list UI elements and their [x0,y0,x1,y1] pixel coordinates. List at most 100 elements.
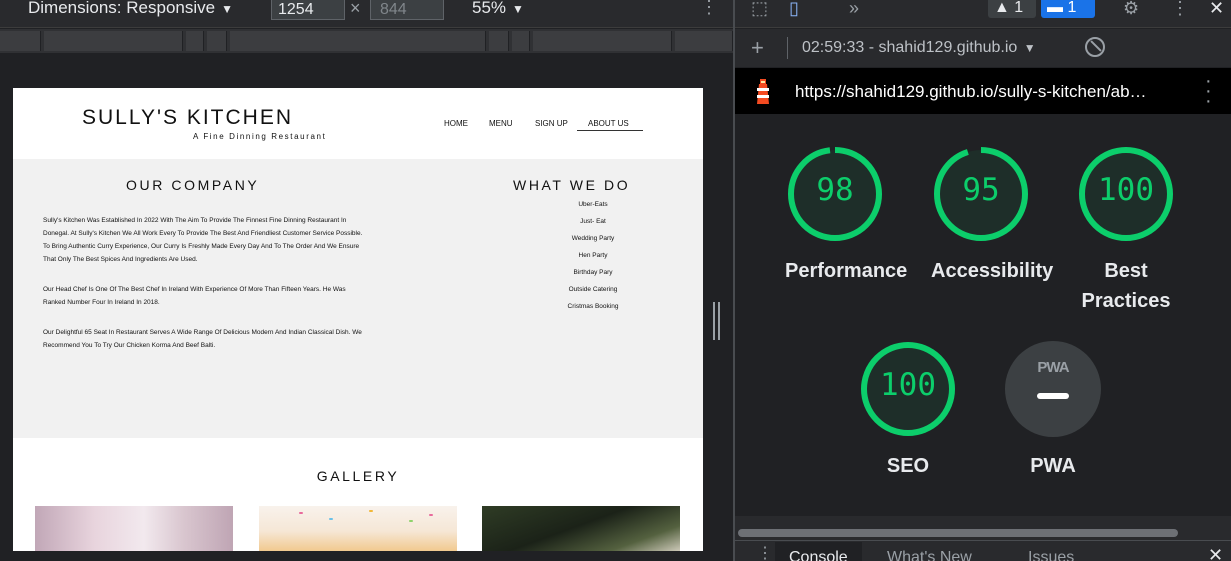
score-label: SEO [886,455,930,477]
ruler-segment[interactable] [512,31,530,51]
more-tabs-icon[interactable]: » [849,0,859,19]
sprinkle [299,512,303,514]
company-paragraph: Our Head Chef Is One Of The Best Chef In… [43,286,346,306]
device-toggle-icon[interactable]: ▯ [789,0,799,19]
drawer-menu-icon[interactable]: ⋮ [757,543,773,561]
lighthouse-report: 98 Performance 95 Accessibility 100 Best… [735,114,1231,516]
gallery-image[interactable] [35,506,233,551]
more-options-icon[interactable]: ⋮ [700,0,718,16]
dimensions-label: Dimensions: Responsive [28,0,216,17]
ruler-segment[interactable] [675,31,733,51]
about-section: OUR COMPANY Sully's Kitchen Was Establis… [13,159,703,438]
more-options-icon[interactable]: ⋮ [1171,0,1189,19]
pwa-badge-text: PWA [1037,359,1069,376]
score-gauge-performance[interactable]: 98 Performance [785,146,908,286]
score-label: Performance [785,260,908,282]
new-report-icon[interactable]: + [751,35,764,61]
score-value: 100 [880,367,936,403]
company-heading: OUR COMPANY [126,177,260,193]
gallery-heading: GALLERY [316,468,400,484]
emulated-page: SULLY'S KITCHEN A Fine Dinning Restauran… [13,88,703,551]
score-gauge-pwa[interactable]: PWA PWA [1003,341,1103,481]
service-item: Cristmas Booking [567,303,619,310]
messages-badge[interactable]: ▬ 1 [1041,0,1095,18]
messages-count: 1 [1067,0,1077,16]
service-item: Just- Eat [580,218,606,225]
times-icon: × [350,0,361,18]
height-input[interactable]: 844 [370,0,444,20]
service-item: Outside Catering [568,286,618,293]
ruler-segment[interactable] [489,31,509,51]
score-ring: 98 [787,146,883,242]
scrollbar-thumb[interactable] [738,529,1178,537]
score-value: 95 [962,172,1000,208]
nav-sign-up[interactable]: SIGN UP [535,119,568,128]
ruler-segment[interactable] [533,31,672,51]
message-icon: ▬ [1047,0,1063,16]
nav-home[interactable]: HOME [444,119,468,128]
warnings-badge[interactable]: ▲ 1 [988,0,1036,18]
score-ring: 95 [933,146,1029,242]
company-paragraph: Sully's Kitchen Was Established In 2022 … [43,217,363,263]
warning-icon: ▲ [994,0,1010,16]
ruler-segment[interactable] [207,31,227,51]
media-query-ruler [0,29,733,53]
settings-icon[interactable]: ⚙ [1123,0,1139,19]
service-item: Uber-Eats [578,201,608,208]
pwa-badge-icon: PWA [1005,341,1101,437]
lighthouse-logo-icon [757,79,769,104]
nav-about-us[interactable]: ABOUT US [577,119,643,131]
width-input[interactable]: 1254 [271,0,345,20]
ruler-segment[interactable] [0,31,41,51]
pwa-dash [1037,393,1069,399]
ruler-segment[interactable] [44,31,183,51]
zoom-dropdown[interactable]: 55% ▼ [472,0,524,17]
tab-console[interactable]: Console [775,542,862,561]
resize-handle[interactable] [713,302,721,340]
toolbar-separator [787,37,788,59]
score-value: 98 [816,172,854,208]
nav-menu[interactable]: MENU [489,119,513,128]
service-item: Wedding Party [571,235,615,242]
close-icon[interactable]: ✕ [1209,0,1224,19]
score-gauge-seo[interactable]: 100 SEO [858,341,958,481]
gallery-image[interactable] [259,506,457,551]
score-gauge-best-practices[interactable]: 100 Best Practices [1076,146,1176,316]
report-selector[interactable]: 02:59:33 - shahid129.github.io ▼ [802,39,1036,57]
gallery-image[interactable] [482,506,680,551]
score-gauge-accessibility[interactable]: 95 Accessibility [931,146,1054,286]
sprinkle [429,514,433,516]
tab-whats-new[interactable]: What's New [887,549,972,561]
report-timestamp: 02:59:33 - shahid129.github.io [802,39,1018,56]
horizontal-scrollbar[interactable] [735,516,1231,540]
devtools-drawer: ⋮ Console What's New Issues ✕ [735,540,1231,561]
service-item: Birthday Pary [573,269,613,276]
service-item: Hen Party [578,252,608,259]
sprinkle [409,520,413,522]
site-logo[interactable]: SULLY'S KITCHEN [82,106,293,130]
chevron-down-icon: ▼ [1023,41,1036,55]
score-ring: 100 [860,341,956,437]
inspect-element-icon[interactable]: ⬚ [751,0,768,19]
dimensions-dropdown[interactable]: Dimensions: Responsive ▼ [28,0,233,17]
report-menu-icon[interactable]: · · · [1205,71,1212,111]
ruler-segment[interactable] [230,31,486,51]
zoom-value: 55% [472,0,507,17]
devtools-toolbar: ⬚ ▯ » ▲ 1 ▬ 1 ⚙ ⋮ ✕ [735,0,1231,28]
score-value: 100 [1098,172,1154,208]
report-url[interactable]: https://shahid129.github.io/sully-s-kitc… [795,82,1147,102]
tab-issues[interactable]: Issues [1028,549,1074,561]
ruler-segment[interactable] [186,31,204,51]
score-label: PWA [1030,455,1076,477]
score-label: Accessibility [931,260,1054,282]
what-we-do-heading: WHAT WE DO [513,177,631,193]
warnings-count: 1 [1014,0,1024,16]
device-toolbar: Dimensions: Responsive ▼ 1254 × 844 55% ▼ … [0,0,733,28]
clear-reports-icon[interactable] [1085,37,1105,57]
close-drawer-icon[interactable]: ✕ [1208,545,1223,561]
score-ring: 100 [1078,146,1174,242]
score-label: Best Practices [1081,260,1171,312]
chevron-down-icon: ▼ [512,2,524,16]
lighthouse-toolbar: + 02:59:33 - shahid129.github.io ▼ [735,29,1231,67]
report-url-bar: https://shahid129.github.io/sully-s-kitc… [735,68,1231,114]
